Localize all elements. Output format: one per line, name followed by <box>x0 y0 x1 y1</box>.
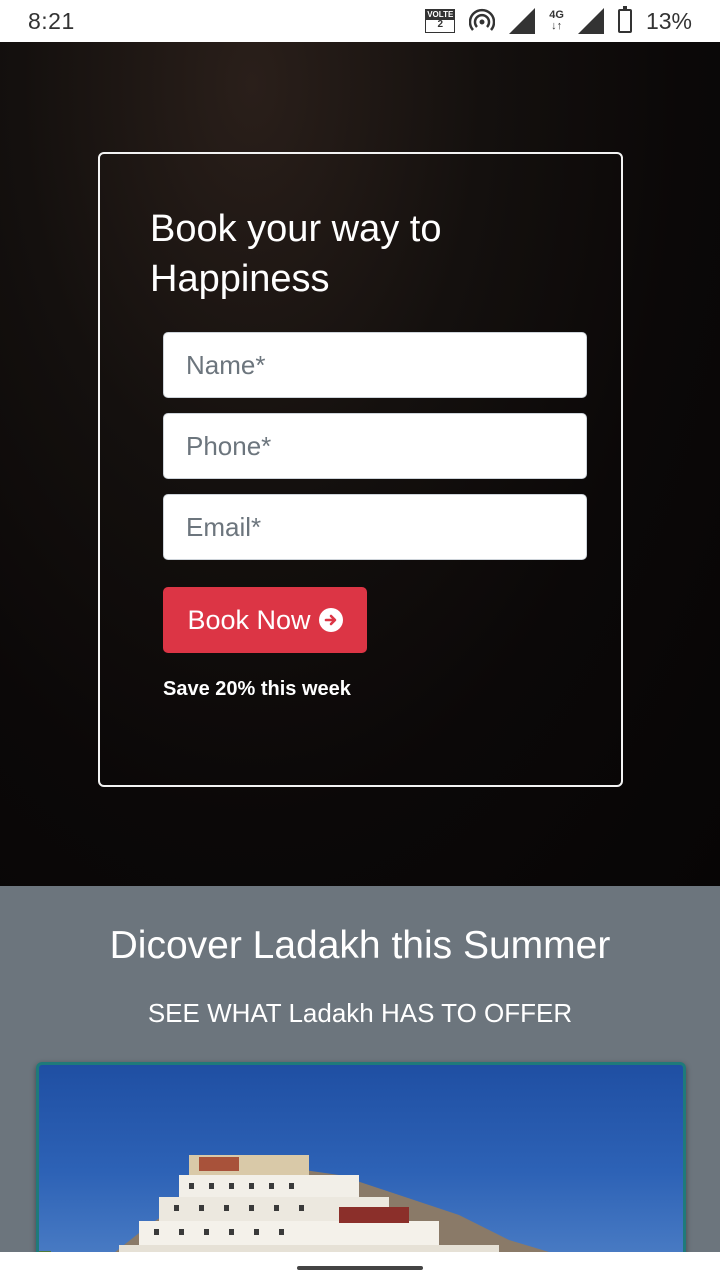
status-icons: VOLTE 2 4G ↓↑ 13% <box>425 6 692 35</box>
network-label: 4G <box>549 9 564 21</box>
name-input[interactable] <box>163 332 587 398</box>
status-time: 8:21 <box>28 8 75 34</box>
monastery-photo-card[interactable] <box>36 1062 686 1262</box>
email-input[interactable] <box>163 494 587 560</box>
signal-icon-2 <box>577 8 604 34</box>
hotspot-icon <box>469 8 496 31</box>
book-now-button[interactable]: Book Now <box>163 587 367 653</box>
volte-icon: VOLTE 2 <box>425 9 456 33</box>
home-gesture-handle[interactable] <box>297 1266 423 1270</box>
network-4g-icon: 4G ↓↑ <box>549 9 564 32</box>
battery-icon <box>617 6 632 33</box>
form-title: Book your way to Happiness <box>150 208 442 300</box>
hero-section: Book your way to Happiness Book Now Save… <box>0 42 720 886</box>
arrow-circle-right-icon <box>318 608 343 632</box>
discover-subtitle: SEE WHAT Ladakh HAS TO OFFER <box>147 998 573 1028</box>
booking-form-card: Book your way to Happiness Book Now Save… <box>98 152 623 787</box>
battery-percent: 13% <box>645 7 692 34</box>
status-bar: 8:21 VOLTE 2 4G ↓↑ 13% <box>0 0 720 42</box>
volte-sim: 2 <box>437 19 444 30</box>
discover-title: Dicover Ladakh this Summer <box>109 924 611 967</box>
system-nav-bar <box>0 1252 720 1280</box>
phone-input[interactable] <box>163 413 587 479</box>
discover-section: Dicover Ladakh this Summer SEE WHAT Lada… <box>0 886 720 1262</box>
book-now-label: Book Now <box>187 604 311 635</box>
save-note: Save 20% this week <box>163 678 351 700</box>
monastery-image <box>39 1155 575 1259</box>
signal-icon <box>509 8 536 34</box>
